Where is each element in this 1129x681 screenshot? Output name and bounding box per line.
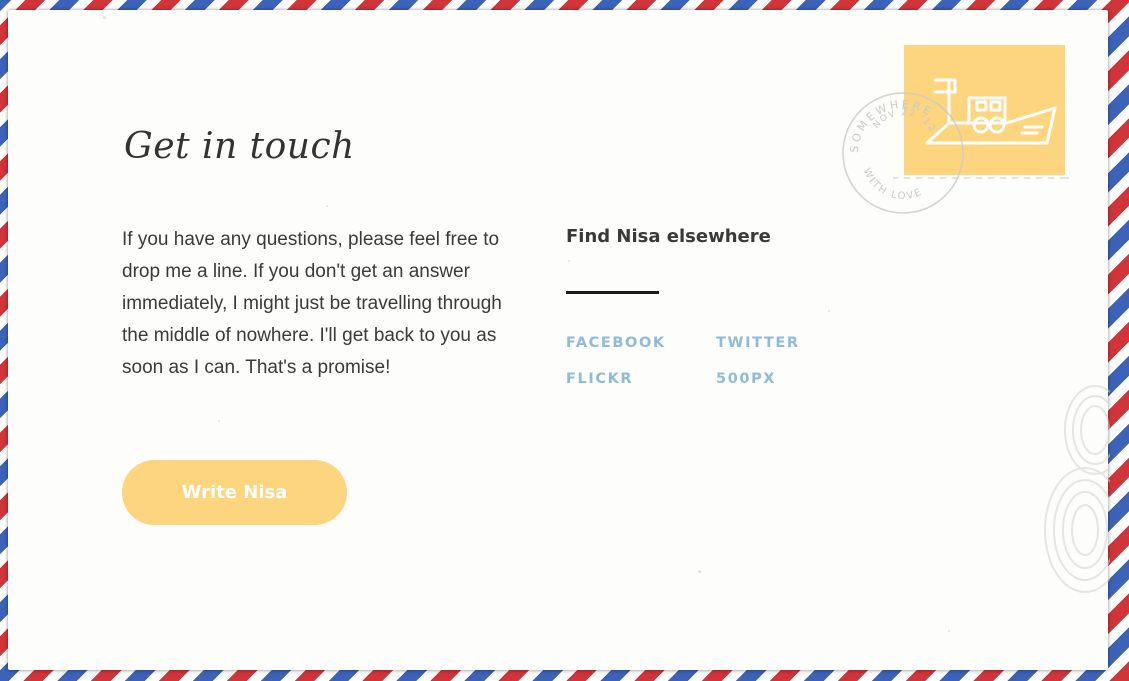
page-title: Get in touch <box>124 126 355 167</box>
paper-speck <box>568 260 570 262</box>
write-nisa-button[interactable]: Write Nisa <box>122 460 347 525</box>
paper-speck <box>218 420 220 422</box>
paper-speck <box>698 570 701 573</box>
divider <box>566 291 659 294</box>
facebook-link[interactable]: FACEBOOK <box>566 334 716 353</box>
500px-link[interactable]: 500PX <box>716 370 866 389</box>
paper-speck <box>103 16 106 19</box>
fingerprint-smudge <box>1044 385 1110 593</box>
social-links: FACEBOOK TWITTER FLICKR 500PX <box>566 334 866 389</box>
elsewhere-heading: Find Nisa elsewhere <box>566 226 771 247</box>
flickr-link[interactable]: FLICKR <box>566 370 716 389</box>
intro-text: If you have any questions, please feel f… <box>122 229 502 378</box>
paper-speck <box>828 310 830 312</box>
twitter-link[interactable]: TWITTER <box>716 334 866 353</box>
postmark-stamp: SOMEWHERE NOV 22 '12 WITH LOVE <box>842 92 964 214</box>
paper-speck <box>326 205 328 207</box>
postmark-line3: WITH LOVE <box>861 167 925 202</box>
paper-speck <box>948 630 950 632</box>
